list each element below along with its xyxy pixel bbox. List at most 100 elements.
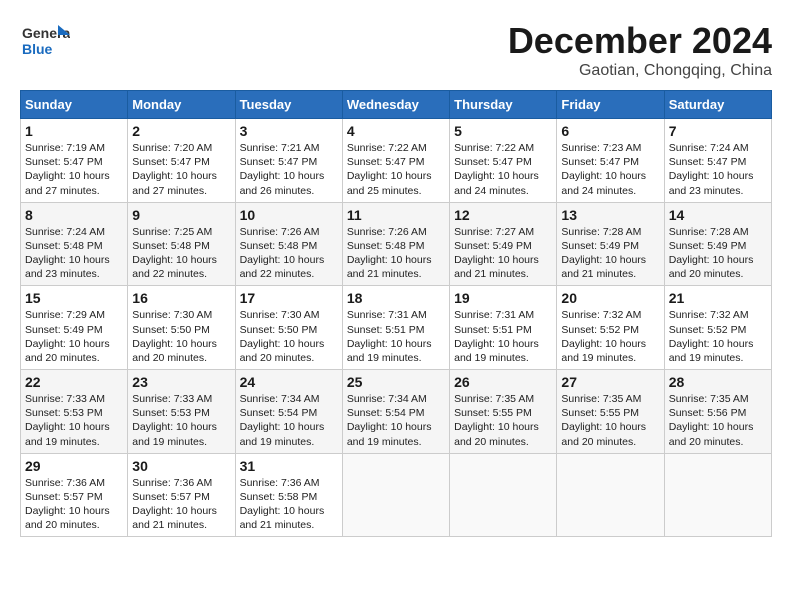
weekday-header: Monday: [128, 91, 235, 119]
calendar-cell: 15 Sunrise: 7:29 AM Sunset: 5:49 PM Dayli…: [21, 286, 128, 370]
weekday-header: Saturday: [664, 91, 771, 119]
calendar-cell: 16 Sunrise: 7:30 AM Sunset: 5:50 PM Dayli…: [128, 286, 235, 370]
day-number: 19: [454, 290, 552, 306]
calendar-cell: 24 Sunrise: 7:34 AM Sunset: 5:54 PM Dayli…: [235, 370, 342, 454]
day-number: 1: [25, 123, 123, 139]
day-info: Sunrise: 7:36 AM Sunset: 5:57 PM Dayligh…: [25, 476, 123, 533]
calendar-cell: 17 Sunrise: 7:30 AM Sunset: 5:50 PM Dayli…: [235, 286, 342, 370]
day-number: 18: [347, 290, 445, 306]
day-info: Sunrise: 7:29 AM Sunset: 5:49 PM Dayligh…: [25, 308, 123, 365]
calendar-cell: 19Sunrise: 7:31 AM Sunset: 5:51 PM Dayli…: [450, 286, 557, 370]
calendar-cell: [450, 453, 557, 537]
day-info: Sunrise: 7:36 AM Sunset: 5:58 PM Dayligh…: [240, 476, 338, 533]
day-info: Sunrise: 7:24 AM Sunset: 5:48 PM Dayligh…: [25, 225, 123, 282]
logo: General Blue: [20, 20, 74, 60]
calendar-cell: 28 Sunrise: 7:35 AM Sunset: 5:56 PM Dayli…: [664, 370, 771, 454]
title-area: December 2024 Gaotian, Chongqing, China: [508, 20, 772, 80]
calendar-cell: 5 Sunrise: 7:22 AM Sunset: 5:47 PM Daylig…: [450, 119, 557, 203]
calendar-cell: [664, 453, 771, 537]
day-info: Sunrise: 7:35 AM Sunset: 5:55 PM Dayligh…: [454, 392, 552, 449]
calendar-cell: 27 Sunrise: 7:35 AM Sunset: 5:55 PM Dayli…: [557, 370, 664, 454]
day-info: Sunrise: 7:26 AM Sunset: 5:48 PM Dayligh…: [347, 225, 445, 282]
day-info: Sunrise: 7:31 AM Sunset: 5:51 PM Dayligh…: [347, 308, 445, 365]
calendar-cell: 18 Sunrise: 7:31 AM Sunset: 5:51 PM Dayli…: [342, 286, 449, 370]
day-info: Sunrise: 7:28 AM Sunset: 5:49 PM Dayligh…: [561, 225, 659, 282]
calendar-cell: 25 Sunrise: 7:34 AM Sunset: 5:54 PM Dayli…: [342, 370, 449, 454]
month-title: December 2024: [508, 20, 772, 62]
day-number: 6: [561, 123, 659, 139]
day-number: 17: [240, 290, 338, 306]
day-info: Sunrise: 7:25 AM Sunset: 5:48 PM Dayligh…: [132, 225, 230, 282]
day-info: Sunrise: 7:24 AM Sunset: 5:47 PM Dayligh…: [669, 141, 767, 198]
day-number: 21: [669, 290, 767, 306]
day-number: 29: [25, 458, 123, 474]
day-info: Sunrise: 7:32 AM Sunset: 5:52 PM Dayligh…: [669, 308, 767, 365]
day-info: Sunrise: 7:28 AM Sunset: 5:49 PM Dayligh…: [669, 225, 767, 282]
day-info: Sunrise: 7:21 AM Sunset: 5:47 PM Dayligh…: [240, 141, 338, 198]
calendar-cell: 26 Sunrise: 7:35 AM Sunset: 5:55 PM Dayli…: [450, 370, 557, 454]
day-number: 28: [669, 374, 767, 390]
svg-text:Blue: Blue: [22, 41, 53, 57]
day-number: 15: [25, 290, 123, 306]
calendar-week-row: 22 Sunrise: 7:33 AM Sunset: 5:53 PM Dayli…: [21, 370, 772, 454]
calendar-cell: 11 Sunrise: 7:26 AM Sunset: 5:48 PM Dayli…: [342, 202, 449, 286]
day-number: 4: [347, 123, 445, 139]
weekday-header: Wednesday: [342, 91, 449, 119]
day-number: 30: [132, 458, 230, 474]
day-info: Sunrise: 7:30 AM Sunset: 5:50 PM Dayligh…: [132, 308, 230, 365]
day-info: Sunrise: 7:32 AM Sunset: 5:52 PM Dayligh…: [561, 308, 659, 365]
day-number: 24: [240, 374, 338, 390]
day-info: Sunrise: 7:35 AM Sunset: 5:56 PM Dayligh…: [669, 392, 767, 449]
day-number: 26: [454, 374, 552, 390]
day-info: Sunrise: 7:34 AM Sunset: 5:54 PM Dayligh…: [347, 392, 445, 449]
weekday-header: Sunday: [21, 91, 128, 119]
day-number: 27: [561, 374, 659, 390]
day-number: 16: [132, 290, 230, 306]
day-info: Sunrise: 7:22 AM Sunset: 5:47 PM Dayligh…: [454, 141, 552, 198]
calendar-week-row: 8 Sunrise: 7:24 AM Sunset: 5:48 PM Daylig…: [21, 202, 772, 286]
calendar-cell: 10Sunrise: 7:26 AM Sunset: 5:48 PM Dayli…: [235, 202, 342, 286]
location-title: Gaotian, Chongqing, China: [508, 62, 772, 80]
calendar-cell: [557, 453, 664, 537]
day-info: Sunrise: 7:34 AM Sunset: 5:54 PM Dayligh…: [240, 392, 338, 449]
calendar-week-row: 1 Sunrise: 7:19 AM Sunset: 5:47 PM Daylig…: [21, 119, 772, 203]
day-info: Sunrise: 7:30 AM Sunset: 5:50 PM Dayligh…: [240, 308, 338, 365]
calendar-cell: 6Sunrise: 7:23 AM Sunset: 5:47 PM Daylig…: [557, 119, 664, 203]
calendar-cell: 23Sunrise: 7:33 AM Sunset: 5:53 PM Dayli…: [128, 370, 235, 454]
calendar-cell: 22 Sunrise: 7:33 AM Sunset: 5:53 PM Dayli…: [21, 370, 128, 454]
day-info: Sunrise: 7:33 AM Sunset: 5:53 PM Dayligh…: [25, 392, 123, 449]
calendar-cell: 4Sunrise: 7:22 AM Sunset: 5:47 PM Daylig…: [342, 119, 449, 203]
day-number: 31: [240, 458, 338, 474]
calendar-cell: 20Sunrise: 7:32 AM Sunset: 5:52 PM Dayli…: [557, 286, 664, 370]
header: General Blue December 2024 Gaotian, Chon…: [20, 20, 772, 80]
weekday-header-row: SundayMondayTuesdayWednesdayThursdayFrid…: [21, 91, 772, 119]
calendar-cell: 2 Sunrise: 7:20 AM Sunset: 5:47 PM Daylig…: [128, 119, 235, 203]
day-info: Sunrise: 7:19 AM Sunset: 5:47 PM Dayligh…: [25, 141, 123, 198]
day-number: 13: [561, 207, 659, 223]
day-number: 23: [132, 374, 230, 390]
day-number: 14: [669, 207, 767, 223]
calendar-week-row: 15 Sunrise: 7:29 AM Sunset: 5:49 PM Dayli…: [21, 286, 772, 370]
day-number: 22: [25, 374, 123, 390]
calendar-cell: 3 Sunrise: 7:21 AM Sunset: 5:47 PM Daylig…: [235, 119, 342, 203]
day-number: 25: [347, 374, 445, 390]
day-number: 11: [347, 207, 445, 223]
day-number: 9: [132, 207, 230, 223]
day-number: 10: [240, 207, 338, 223]
logo-icon: General Blue: [20, 20, 70, 60]
calendar-cell: 12 Sunrise: 7:27 AM Sunset: 5:49 PM Dayli…: [450, 202, 557, 286]
calendar-cell: 29 Sunrise: 7:36 AM Sunset: 5:57 PM Dayli…: [21, 453, 128, 537]
day-number: 3: [240, 123, 338, 139]
day-number: 2: [132, 123, 230, 139]
calendar-cell: 14 Sunrise: 7:28 AM Sunset: 5:49 PM Dayli…: [664, 202, 771, 286]
day-info: Sunrise: 7:20 AM Sunset: 5:47 PM Dayligh…: [132, 141, 230, 198]
calendar-cell: 31 Sunrise: 7:36 AM Sunset: 5:58 PM Dayli…: [235, 453, 342, 537]
day-number: 8: [25, 207, 123, 223]
day-number: 7: [669, 123, 767, 139]
day-info: Sunrise: 7:35 AM Sunset: 5:55 PM Dayligh…: [561, 392, 659, 449]
day-info: Sunrise: 7:27 AM Sunset: 5:49 PM Dayligh…: [454, 225, 552, 282]
day-number: 5: [454, 123, 552, 139]
day-number: 12: [454, 207, 552, 223]
calendar-cell: 8 Sunrise: 7:24 AM Sunset: 5:48 PM Daylig…: [21, 202, 128, 286]
calendar-cell: 30Sunrise: 7:36 AM Sunset: 5:57 PM Dayli…: [128, 453, 235, 537]
